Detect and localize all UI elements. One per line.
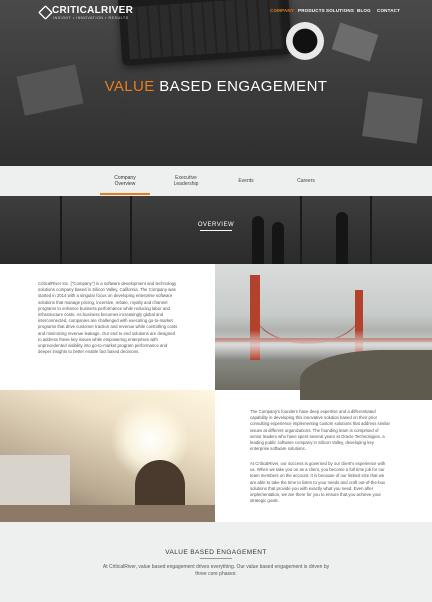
- person-silhouette: [336, 212, 348, 264]
- hero-title-accent: VALUE: [104, 78, 155, 95]
- overview-underline: [200, 230, 232, 231]
- hero-title-rest: BASED ENGAGEMENT: [159, 78, 328, 95]
- tab-label-line: Events: [238, 178, 254, 184]
- founders-paragraph: The Company's founders have deep experti…: [250, 409, 390, 452]
- value-section-title: VALUE BASED ENGAGEMENT: [165, 549, 267, 556]
- window-frame: [60, 196, 62, 264]
- tab-events[interactable]: Events: [225, 178, 267, 184]
- tab-executive-leadership[interactable]: Executive Leadership: [160, 175, 212, 187]
- tab-company-overview[interactable]: Company Overview: [100, 175, 150, 187]
- overview-title: OVERVIEW: [197, 222, 235, 228]
- company-description: CriticalRiver Inc. ("Company") is a soft…: [38, 281, 178, 355]
- nav-blog[interactable]: BLOG: [357, 8, 371, 13]
- logo-tagline: INSIGHT • INNOVATION • RESULTS: [53, 16, 129, 20]
- value-section-text: At CriticalRiver, value based engagement…: [102, 564, 330, 577]
- hero-photo-paper: [362, 91, 423, 144]
- client-success-paragraph: At CriticalRiver, our success is governe…: [250, 461, 386, 504]
- logo-text[interactable]: CRITICALRIVER: [52, 5, 133, 16]
- tab-bar: [0, 166, 432, 196]
- tab-careers[interactable]: Careers: [285, 178, 327, 184]
- window-frame: [370, 196, 372, 264]
- tab-label-line: Leadership: [173, 181, 199, 187]
- office-desk: [0, 505, 215, 522]
- nav-contact[interactable]: CONTACT: [377, 8, 400, 13]
- tab-label-line: Overview: [114, 181, 136, 187]
- active-tab-indicator: [100, 193, 150, 195]
- nav-company[interactable]: COMPANY: [270, 8, 294, 13]
- hero-title: VALUE BASED ENGAGEMENT: [0, 78, 432, 95]
- nav-solutions[interactable]: SOLUTIONS: [326, 8, 354, 13]
- window-frame: [300, 196, 302, 264]
- nav-products[interactable]: PRODUCTS: [298, 8, 325, 13]
- tab-label-line: Careers: [297, 178, 315, 184]
- window-frame: [130, 196, 132, 264]
- person-silhouette: [272, 222, 284, 264]
- value-section: [0, 522, 432, 602]
- value-section-underline: [200, 558, 232, 559]
- hero-photo-mug: [286, 22, 324, 60]
- office-monitor: [0, 455, 70, 505]
